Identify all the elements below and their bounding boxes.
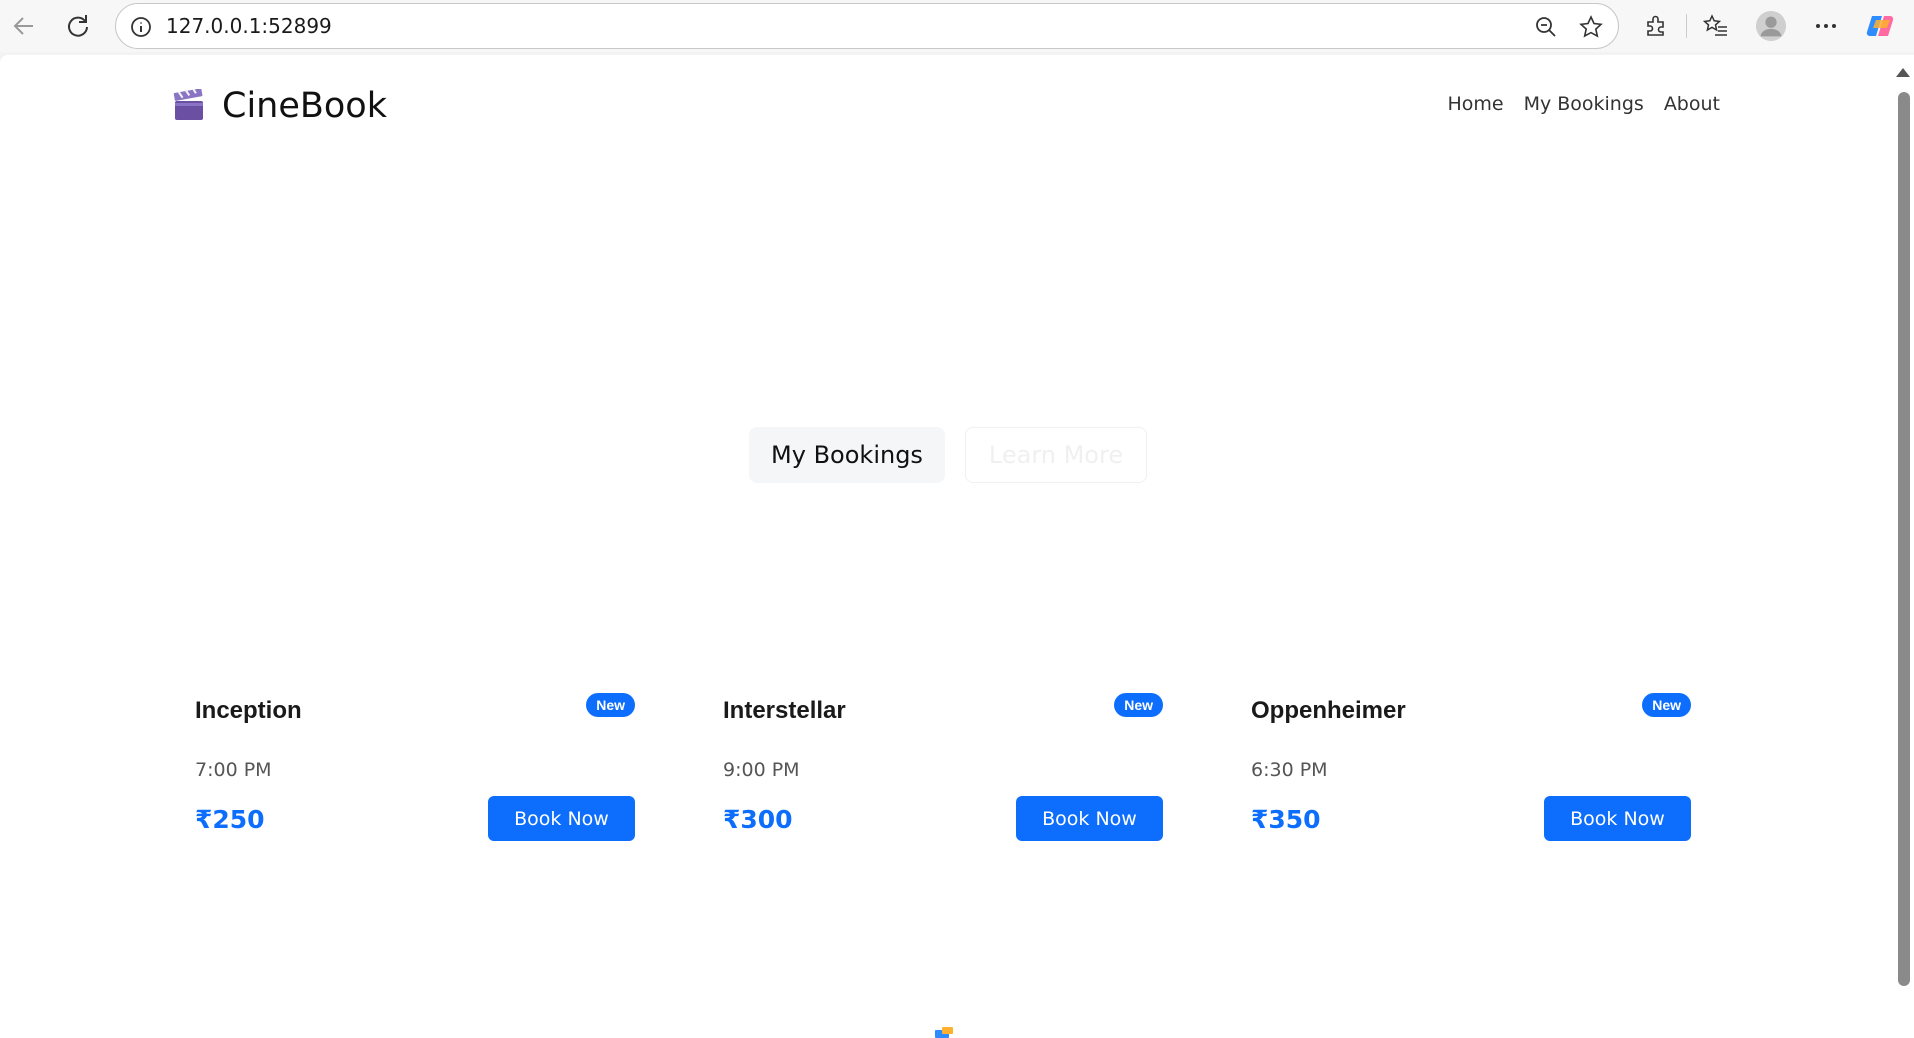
- puzzle-icon: [1647, 15, 1664, 36]
- new-badge: New: [586, 693, 635, 717]
- learn-more-button[interactable]: Learn More: [965, 427, 1147, 483]
- hero-actions: My Bookings Learn More: [0, 427, 1896, 483]
- movie-card: Inception New 7:00 PM ₹250 Book Now: [195, 685, 635, 905]
- url-text[interactable]: 127.0.0.1:52899: [166, 14, 332, 38]
- movie-list: Inception New 7:00 PM ₹250 Book Now Inte…: [195, 685, 1695, 905]
- extensions-button[interactable]: [1640, 10, 1672, 42]
- my-bookings-button[interactable]: My Bookings: [749, 427, 945, 483]
- showtime: 9:00 PM: [723, 759, 800, 781]
- movie-title: Inception: [195, 697, 302, 724]
- footer-clapperboard-icon: [935, 1027, 953, 1038]
- reload-button[interactable]: [62, 10, 94, 42]
- new-badge: New: [1642, 693, 1691, 717]
- brand[interactable]: CineBook: [172, 77, 387, 135]
- copilot-icon: [1866, 15, 1894, 37]
- ticket-price: ₹250: [195, 805, 265, 834]
- profile-button[interactable]: [1755, 10, 1787, 42]
- book-now-button[interactable]: Book Now: [488, 796, 635, 841]
- reload-icon: [68, 15, 88, 37]
- toolbar-divider: [1686, 14, 1687, 38]
- site-info-icon[interactable]: [130, 16, 152, 38]
- showtime: 6:30 PM: [1251, 759, 1328, 781]
- copilot-button[interactable]: [1864, 10, 1896, 42]
- movie-title: Interstellar: [723, 697, 846, 724]
- book-now-button[interactable]: Book Now: [1544, 796, 1691, 841]
- site-header: CineBook Home My Bookings About: [170, 77, 1720, 137]
- ellipsis-icon: [1816, 24, 1836, 28]
- favorite-star-icon[interactable]: [1578, 14, 1604, 40]
- movie-card: Oppenheimer New 6:30 PM ₹350 Book Now: [1251, 685, 1691, 905]
- avatar-icon: [1755, 10, 1787, 42]
- brand-name: CineBook: [222, 86, 387, 126]
- movie-title: Oppenheimer: [1251, 697, 1406, 724]
- address-bar[interactable]: 127.0.0.1:52899: [115, 3, 1619, 49]
- more-menu-button[interactable]: [1810, 10, 1842, 42]
- ticket-price: ₹350: [1251, 805, 1321, 834]
- main-nav: Home My Bookings About: [1447, 93, 1720, 115]
- showtime: 7:00 PM: [195, 759, 272, 781]
- back-arrow-icon: [13, 17, 33, 35]
- scroll-up-arrow[interactable]: [1896, 68, 1910, 77]
- browser-toolbar: 127.0.0.1:52899: [0, 0, 1914, 52]
- scrollbar-thumb[interactable]: [1898, 92, 1910, 986]
- nav-about-link[interactable]: About: [1664, 93, 1720, 115]
- new-badge: New: [1114, 693, 1163, 717]
- back-button[interactable]: [8, 10, 40, 42]
- page-viewport: CineBook Home My Bookings About My Booki…: [0, 55, 1914, 1038]
- movie-card: Interstellar New 9:00 PM ₹300 Book Now: [723, 685, 1163, 905]
- clapperboard-icon: [173, 89, 203, 120]
- zoom-out-icon[interactable]: [1534, 15, 1558, 39]
- favorites-list-icon: [1703, 14, 1727, 36]
- ticket-price: ₹300: [723, 805, 793, 834]
- nav-home-link[interactable]: Home: [1447, 93, 1503, 115]
- favorites-button[interactable]: [1700, 10, 1732, 42]
- book-now-button[interactable]: Book Now: [1016, 796, 1163, 841]
- nav-my-bookings-link[interactable]: My Bookings: [1524, 93, 1644, 115]
